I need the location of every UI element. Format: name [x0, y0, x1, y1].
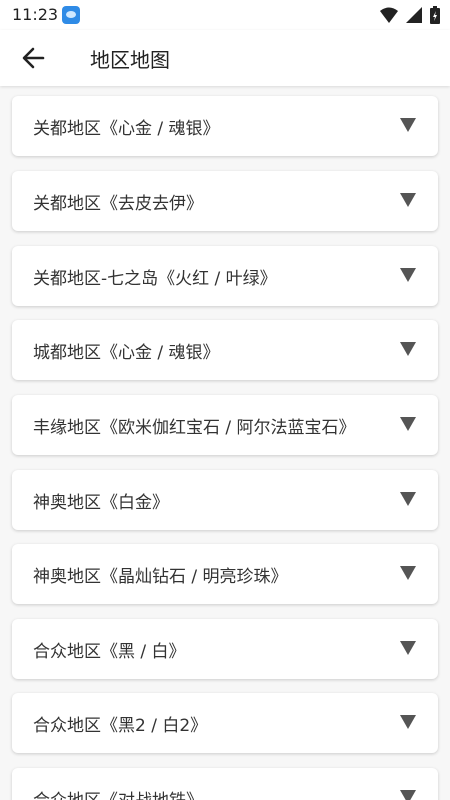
region-item[interactable]: 关都地区《心金 / 魂银》: [12, 96, 438, 156]
arrow-left-icon: [22, 47, 45, 69]
triangle-down-icon[interactable]: [400, 118, 416, 132]
triangle-down-icon[interactable]: [400, 193, 416, 207]
page-title: 地区地图: [90, 48, 170, 72]
triangle-down-icon[interactable]: [400, 641, 416, 655]
region-item[interactable]: 关都地区-七之岛《火红 / 叶绿》: [12, 246, 438, 306]
back-button[interactable]: [16, 44, 50, 72]
triangle-down-icon[interactable]: [400, 492, 416, 506]
region-item[interactable]: 合众地区《黑 / 白》: [12, 619, 438, 679]
region-item[interactable]: 合众地区《对战地铁》: [12, 768, 438, 800]
region-label: 神奥地区《晶灿钻石 / 明亮珍珠》: [33, 567, 288, 587]
battery-icon: [430, 6, 440, 24]
wifi-icon: [380, 7, 398, 23]
region-item[interactable]: 丰缘地区《欧米伽红宝石 / 阿尔法蓝宝石》: [12, 395, 438, 455]
region-label: 关都地区《心金 / 魂银》: [33, 119, 220, 139]
region-item[interactable]: 合众地区《黑2 / 白2》: [12, 693, 438, 753]
region-label: 关都地区《去皮去伊》: [33, 194, 203, 214]
region-item[interactable]: 城都地区《心金 / 魂银》: [12, 320, 438, 380]
triangle-down-icon[interactable]: [400, 268, 416, 282]
region-label: 丰缘地区《欧米伽红宝石 / 阿尔法蓝宝石》: [33, 418, 356, 438]
status-bar: 11:23: [0, 0, 450, 30]
region-label: 城都地区《心金 / 魂银》: [33, 343, 220, 363]
region-item[interactable]: 神奥地区《白金》: [12, 470, 438, 530]
region-label: 神奥地区《白金》: [33, 493, 169, 513]
triangle-down-icon[interactable]: [400, 417, 416, 431]
status-icons: [380, 6, 440, 24]
region-label: 合众地区《对战地铁》: [33, 786, 203, 800]
app-notification-icon: [62, 6, 80, 24]
triangle-down-icon[interactable]: [400, 790, 416, 800]
status-time: 11:23: [12, 5, 59, 24]
region-item[interactable]: 神奥地区《晶灿钻石 / 明亮珍珠》: [12, 544, 438, 604]
triangle-down-icon[interactable]: [400, 715, 416, 729]
region-label: 关都地区-七之岛《火红 / 叶绿》: [33, 269, 277, 289]
region-label: 合众地区《黑 / 白》: [33, 642, 186, 662]
triangle-down-icon[interactable]: [400, 566, 416, 580]
signal-icon: [406, 7, 422, 23]
triangle-down-icon[interactable]: [400, 342, 416, 356]
region-list[interactable]: 关都地区《心金 / 魂银》 关都地区《去皮去伊》 关都地区-七之岛《火红 / 叶…: [0, 86, 450, 800]
region-label: 合众地区《黑2 / 白2》: [33, 716, 208, 736]
region-item[interactable]: 关都地区《去皮去伊》: [12, 171, 438, 231]
app-bar: 地区地图: [0, 30, 450, 86]
